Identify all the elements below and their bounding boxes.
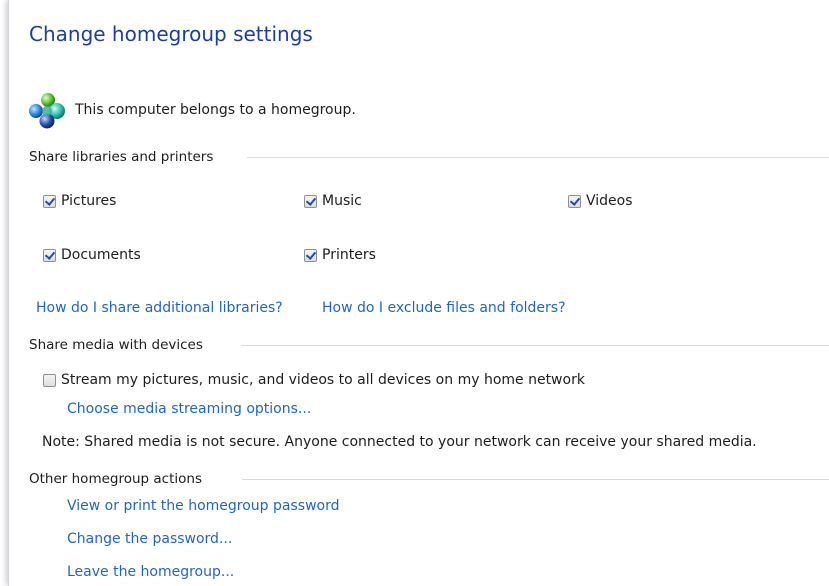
documents-label: Documents <box>61 247 141 263</box>
media-streaming-options-link[interactable]: Choose media streaming options... <box>67 401 311 417</box>
exclude-files-folders-link[interactable]: How do I exclude files and folders? <box>322 300 566 316</box>
view-print-password-link[interactable]: View or print the homegroup password <box>67 498 339 514</box>
share-printers-checkbox[interactable]: Printers <box>304 247 376 263</box>
shared-media-security-note: Note: Shared media is not secure. Anyone… <box>42 434 757 450</box>
page-title: Change homegroup settings <box>29 22 313 46</box>
videos-label: Videos <box>586 193 633 209</box>
share-libraries-heading-label: Share libraries and printers <box>29 149 214 165</box>
videos-check-box[interactable] <box>568 194 581 208</box>
other-actions-heading: Other homegroup actions <box>29 470 829 488</box>
share-additional-libraries-link[interactable]: How do I share additional libraries? <box>36 300 283 316</box>
music-check-box[interactable] <box>304 194 317 208</box>
share-videos-checkbox[interactable]: Videos <box>568 193 633 209</box>
share-music-checkbox[interactable]: Music <box>304 193 362 209</box>
leave-homegroup-link[interactable]: Leave the homegroup... <box>67 564 234 580</box>
printers-check-box[interactable] <box>304 248 317 262</box>
section-divider <box>241 345 829 346</box>
share-pictures-checkbox[interactable]: Pictures <box>43 193 116 209</box>
other-actions-heading-label: Other homegroup actions <box>29 471 202 487</box>
homegroup-icon <box>27 92 69 130</box>
pictures-label: Pictures <box>61 193 117 209</box>
music-label: Music <box>322 193 362 209</box>
share-media-heading-label: Share media with devices <box>29 337 203 353</box>
stream-media-label: Stream my pictures, music, and videos to… <box>61 372 585 388</box>
homegroup-settings-panel: Change homegroup settings This computer … <box>8 0 829 586</box>
section-divider <box>247 157 829 158</box>
documents-check-box[interactable] <box>43 248 56 262</box>
share-media-heading: Share media with devices <box>29 336 829 354</box>
section-divider <box>242 479 829 480</box>
printers-label: Printers <box>322 247 376 263</box>
homegroup-status-text: This computer belongs to a homegroup. <box>75 102 356 118</box>
pictures-check-box[interactable] <box>43 194 56 208</box>
stream-media-checkbox[interactable]: Stream my pictures, music, and videos to… <box>43 372 585 388</box>
change-password-link[interactable]: Change the password... <box>67 531 232 547</box>
share-libraries-heading: Share libraries and printers <box>29 148 829 166</box>
share-documents-checkbox[interactable]: Documents <box>43 247 141 263</box>
stream-media-check-box[interactable] <box>43 373 56 387</box>
